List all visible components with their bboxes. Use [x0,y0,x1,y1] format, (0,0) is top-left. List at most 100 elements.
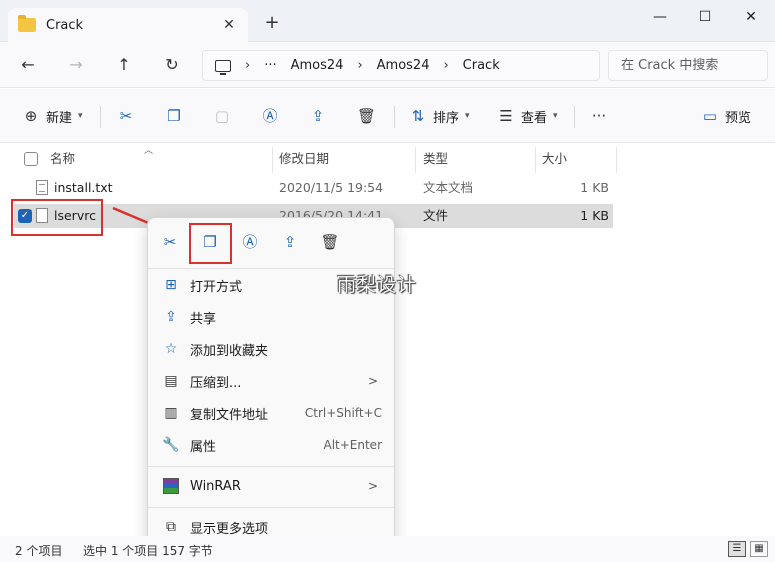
chevron-right-icon: > [367,374,378,388]
column-header-type[interactable]: 类型 [423,147,448,171]
file-type: 文本文档 [423,180,474,195]
menu-item-add-favorites[interactable]: ☆ 添加到收藏夹 [154,334,390,364]
highlight-box-file [11,199,103,236]
plus-circle-icon: ⊕ [24,107,38,125]
cut-button[interactable]: ✂ [117,104,135,128]
wrench-icon: 🔧 [162,437,180,453]
file-type: 文件 [423,208,449,223]
item-count: 2 个项目 [15,544,63,558]
share-button[interactable]: ⇪ [309,104,327,128]
sort-ascending-icon: ︿ [144,146,154,156]
column-header-modified[interactable]: 修改日期 [279,147,329,171]
minimize-button[interactable]: — [637,4,683,30]
close-button[interactable]: ✕ [728,4,774,30]
tab-crack[interactable]: Crack ✕ [8,8,248,42]
navigation-bar: ← → ↑ ↻ › ··· Amos24 › Amos24 › Crack 在 … [0,42,775,88]
search-input[interactable]: 在 Crack 中搜索 [608,50,768,81]
file-name: install.txt [54,180,113,195]
up-button[interactable]: ↑ [112,53,136,77]
sort-button[interactable]: ⇅ 排序 ▾ [409,104,470,128]
column-divider[interactable] [272,147,273,173]
status-bar: 2 个项目 选中 1 个项目 157 字节 ☰ ▦ [0,536,775,562]
menu-item-share[interactable]: ⇪ 共享 [154,302,390,332]
menu-item-properties[interactable]: 🔧 属性 Alt+Enter [154,430,390,460]
context-quick-actions: ✂ ❐ Ⓐ ⇪ 🗑 [148,218,394,266]
share-icon[interactable]: ⇪ [279,231,301,253]
menu-label: 复制文件地址 [190,407,269,423]
new-button[interactable]: ⊕ 新建 ▾ [22,104,83,128]
breadcrumb-separator: › [357,58,363,73]
folder-icon [18,15,36,32]
open-with-icon: ⊞ [165,277,177,293]
column-header-size[interactable]: 大小 [542,147,567,171]
trash-icon: 🗑 [357,107,377,125]
menu-divider [148,507,394,508]
menu-item-compress[interactable]: ▤ 压缩到... > [154,366,390,396]
back-button[interactable]: ← [16,53,40,77]
details-view-icon[interactable]: ☰ [728,541,746,557]
paste-button[interactable]: ▢ [213,104,231,128]
zip-icon: ▤ [164,373,178,389]
delete-button[interactable]: 🗑 [357,104,377,128]
watermark: 雨梨设计 [337,274,418,296]
delete-icon[interactable]: 🗑 [319,231,341,253]
rename-button[interactable]: Ⓐ [261,104,279,128]
text-file-icon [36,180,48,195]
menu-label: 属性 [190,439,217,455]
breadcrumb-item[interactable]: Amos24 [291,58,344,73]
cut-icon: ✂ [119,107,133,125]
sort-label: 排序 [433,110,460,126]
rename-icon[interactable]: Ⓐ [239,231,261,253]
view-button[interactable]: ☰ 查看 ▾ [497,104,558,128]
menu-item-winrar[interactable]: WinRAR > [154,471,390,501]
file-row-install-txt[interactable]: install.txt 2020/11/5 19:54 文本文档 1 KB [14,176,613,200]
selection-info: 选中 1 个项目 157 字节 [83,544,213,558]
chevron-down-icon: ▾ [465,111,470,121]
forward-button[interactable]: → [64,53,88,77]
file-size: 1 KB [580,208,609,223]
address-bar[interactable]: › ··· Amos24 › Amos24 › Crack [202,50,600,81]
view-label: 查看 [521,110,548,126]
more-button[interactable]: ··· [590,104,608,128]
tab-close-icon[interactable]: ✕ [220,17,238,33]
winrar-icon [163,478,179,494]
file-size: 1 KB [580,180,609,195]
column-header-name[interactable]: 名称 [50,147,75,171]
column-divider[interactable] [535,147,536,173]
file-modified: 2020/11/5 19:54 [279,180,384,195]
menu-label: 共享 [190,311,217,327]
highlight-box-copy [189,223,232,264]
menu-divider [148,466,394,467]
select-all-checkbox[interactable] [24,152,38,166]
copy-path-icon: ▥ [164,405,178,421]
chevron-down-icon: ▾ [553,111,558,121]
menu-label: 添加到收藏夹 [190,343,269,359]
star-icon: ☆ [164,341,178,357]
paste-icon: ▢ [214,107,230,125]
preview-button[interactable]: ▭ 预览 [701,104,751,128]
menu-label: 显示更多选项 [190,521,269,537]
context-menu: ✂ ❐ Ⓐ ⇪ 🗑 ⊞ 打开方式 Enter ⇪ 共享 ☆ 添加到收藏夹 ▤ 压… [147,217,395,547]
breadcrumb-item[interactable]: Crack [463,58,500,73]
sort-icon: ⇅ [411,107,425,125]
refresh-button[interactable]: ↻ [160,53,184,77]
tab-title: Crack [46,17,84,33]
cut-icon[interactable]: ✂ [159,231,181,253]
breadcrumb-item[interactable]: Amos24 [377,58,430,73]
column-divider[interactable] [415,147,416,173]
divider [100,106,101,128]
command-bar: ⊕ 新建 ▾ ✂ ❐ ▢ Ⓐ ⇪ 🗑 ⇅ 排序 ▾ ☰ 查看 ▾ ··· ▭ 预… [0,89,775,143]
chevron-down-icon: ▾ [78,111,83,121]
preview-label: 预览 [725,110,752,126]
column-divider[interactable] [616,147,617,173]
menu-item-copy-path[interactable]: ▥ 复制文件地址 Ctrl+Shift+C [154,398,390,428]
divider [574,106,575,128]
new-tab-button[interactable]: + [262,12,282,33]
menu-label: 打开方式 [190,279,243,295]
breadcrumb-overflow[interactable]: ··· [264,58,276,73]
copy-button[interactable]: ❐ [165,104,183,128]
tiles-view-icon[interactable]: ▦ [750,541,768,557]
maximize-button[interactable]: ☐ [682,4,728,30]
more-icon: ··· [591,107,607,125]
title-bar: Crack ✕ + — ☐ ✕ [0,0,775,42]
